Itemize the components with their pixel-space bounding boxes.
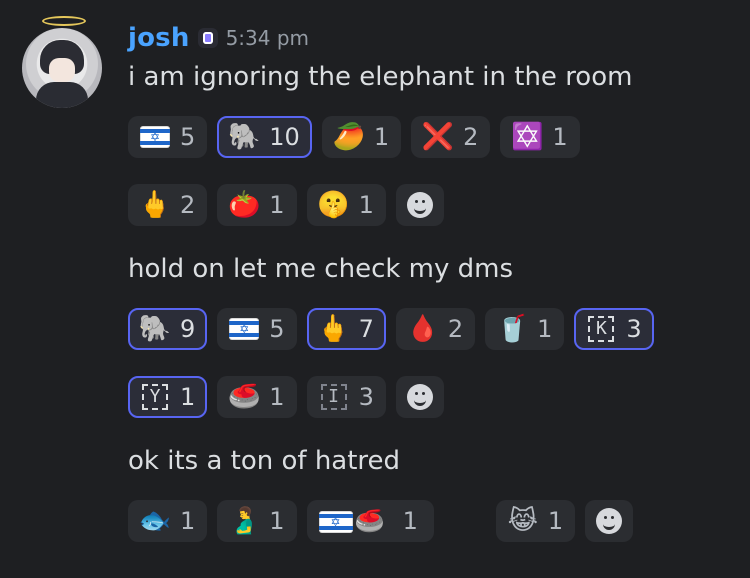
reaction-count: 1 [269, 383, 285, 411]
message-text: hold on let me check my dms [128, 254, 514, 284]
reaction-fish[interactable]: 🐟 1 [128, 500, 208, 542]
smiley-icon [406, 192, 433, 218]
y-key-icon: Y [140, 382, 170, 412]
reaction-drop-of-blood[interactable]: 🩸 2 [395, 308, 476, 350]
mango-icon: 🥭 [332, 122, 366, 152]
username[interactable]: josh [128, 23, 190, 53]
avatar-body [36, 82, 88, 108]
avatar-face [49, 58, 75, 82]
reaction-count: 1 [537, 315, 553, 343]
curling-stone-icon: 🥌 [228, 382, 261, 412]
israel-flag-icon: ✡ [229, 314, 260, 344]
reaction-middle-finger[interactable]: 🖕 2 [128, 184, 208, 226]
reaction-y-key[interactable]: Y 1 [128, 376, 208, 418]
reaction-israel-flag[interactable]: ✡ 5 [128, 116, 208, 158]
message-text: i am ignoring the elephant in the room [128, 62, 633, 92]
reaction-count: 10 [269, 123, 300, 151]
star-of-david-icon: ✡️ [511, 122, 544, 152]
fish-icon: 🐟 [138, 506, 172, 536]
reaction-israel-flag[interactable]: ✡ 5 [217, 308, 297, 350]
reaction-count: 1 [269, 507, 285, 535]
reaction-mango[interactable]: 🥭 1 [321, 116, 402, 158]
add-reaction-button[interactable] [585, 500, 634, 542]
reaction-count: 1 [373, 123, 390, 151]
reaction-count: 1 [552, 123, 568, 151]
reaction-count: 1 [358, 191, 374, 219]
halo-icon [42, 16, 86, 26]
israel-flag-icon: ✡ [140, 122, 170, 152]
k-key-letter: K [588, 316, 615, 342]
reaction-count: 3 [626, 315, 642, 343]
cross-mark-icon: ❌ [421, 122, 455, 152]
shushing-face-icon: 🤫 [317, 190, 350, 220]
elephant-icon: 🐘 [138, 314, 172, 344]
tomato-icon: 🍅 [228, 190, 261, 220]
reaction-tomato[interactable]: 🍅 1 [217, 184, 297, 226]
drop-of-blood-icon: 🩸 [406, 314, 440, 344]
avatar[interactable] [22, 28, 102, 108]
reaction-cat-tears-of-joy[interactable]: 😹 1 [495, 500, 576, 542]
reaction-count: 2 [180, 191, 196, 219]
reaction-count: 1 [269, 191, 285, 219]
reaction-count: 3 [358, 383, 374, 411]
message-timestamp: 5:34 pm [225, 26, 310, 50]
reaction-count: 5 [180, 123, 196, 151]
role-badge-icon [197, 28, 218, 48]
elephant-icon: 🐘 [228, 122, 261, 152]
cup-with-straw-icon: 🥤 [495, 314, 529, 344]
reactions-row: 🖕 2 🍅 1 🤫 1 [128, 184, 444, 226]
reaction-count: 2 [447, 315, 464, 343]
reaction-count: 2 [463, 123, 479, 151]
reactions-row: ✡ 5 🐘 10 🥭 1 ❌ 2 ✡️ 1 [128, 116, 580, 158]
reaction-count: 5 [269, 315, 285, 343]
israel-flag-and-curling-stone-icon: ✡ 🥌 [318, 506, 393, 536]
curling-stone-icon: 🥌 [354, 507, 385, 535]
reaction-curling-stone[interactable]: 🥌 1 [217, 376, 297, 418]
reactions-row: 🐘 9 ✡ 5 🖕 7 🩸 2 🥤 1 K 3 [128, 308, 654, 350]
reaction-count: 1 [402, 507, 418, 535]
smiley-icon [596, 508, 623, 534]
message-text: ok its a ton of hatred [128, 446, 401, 476]
reaction-cross-mark[interactable]: ❌ 2 [411, 116, 491, 158]
reaction-count: 1 [180, 383, 196, 411]
reaction-elephant[interactable]: 🐘 9 [128, 308, 208, 350]
k-key-icon: K [586, 314, 616, 344]
reaction-count: 1 [180, 507, 196, 535]
i-key-letter: I [320, 384, 347, 410]
reaction-elephant[interactable]: 🐘 10 [217, 116, 312, 158]
reaction-count: 9 [180, 315, 196, 343]
y-key-letter: Y [142, 384, 168, 410]
smiley-icon [406, 384, 433, 410]
middle-finger-icon: 🖕 [317, 314, 350, 344]
add-reaction-button[interactable] [395, 184, 444, 226]
reaction-i-key[interactable]: I 3 [306, 376, 386, 418]
add-reaction-button[interactable] [395, 376, 444, 418]
reaction-cup-with-straw[interactable]: 🥤 1 [485, 308, 565, 350]
reaction-k-key[interactable]: K 3 [574, 308, 654, 350]
reaction-star-of-david[interactable]: ✡️ 1 [500, 116, 580, 158]
middle-finger-icon: 🖕 [138, 190, 172, 220]
cat-tears-of-joy-icon: 😹 [507, 506, 539, 536]
reaction-count: 1 [547, 507, 564, 535]
reactions-row: 🐟 1 🫃 1 ✡ 🥌 1 😹 1 [128, 500, 634, 542]
i-key-icon: I [319, 382, 349, 412]
reaction-shushing-face[interactable]: 🤫 1 [306, 184, 386, 226]
reaction-middle-finger[interactable]: 🖕 7 [306, 308, 386, 350]
reaction-count: 7 [358, 315, 374, 343]
message-header: josh 5:34 pm [128, 22, 309, 54]
reaction-israel-flag-and-curling-stone[interactable]: ✡ 🥌 1 [306, 500, 434, 542]
reaction-pregnant-man[interactable]: 🫃 1 [217, 500, 297, 542]
pregnant-man-icon: 🫃 [228, 506, 261, 536]
reactions-row: Y 1 🥌 1 I 3 [128, 376, 444, 418]
